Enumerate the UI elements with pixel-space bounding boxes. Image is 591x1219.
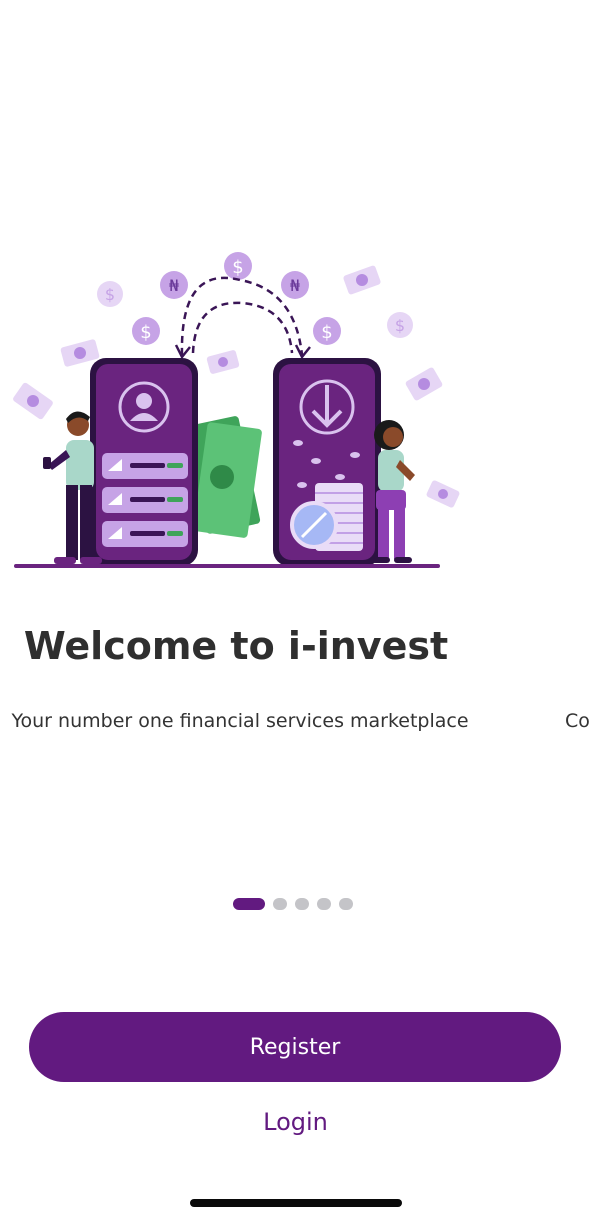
hero-illustration: $ ₦ ₦ $ $ $ $ [13,252,460,568]
magnifier-icon [290,501,338,549]
banknote-icon [13,382,53,420]
dollar-coin-icon: $ [97,281,123,307]
pagination-dot-active[interactable] [233,898,265,910]
ground-line [14,564,440,568]
profile-phone-icon [90,358,198,566]
welcome-subtitle: Your number one financial services marke… [11,710,469,732]
welcome-title: Welcome to i-invest [23,624,449,668]
carousel-pagination [233,897,353,911]
dollar-coin-icon: $ [313,317,341,345]
pagination-dot[interactable] [339,898,353,910]
svg-text:$: $ [321,322,332,343]
pagination-dot[interactable] [273,898,287,910]
svg-text:₦: ₦ [169,276,179,295]
banknote-icon [343,265,381,295]
banknote-icon [206,350,240,374]
banknote-icon [426,480,460,508]
dollar-coin-icon: $ [387,312,413,338]
naira-coin-icon: ₦ [281,271,309,299]
pagination-dot[interactable] [295,898,309,910]
svg-text:₦: ₦ [290,276,300,295]
pagination-dot[interactable] [317,898,331,910]
woman-with-phone-icon [372,420,415,563]
banknote-icon [60,339,100,367]
svg-text:$: $ [395,316,405,335]
dollar-coin-icon: $ [132,317,160,345]
naira-coin-icon: ₦ [160,271,188,299]
next-slide-peek-text: Co [565,710,590,732]
home-indicator [190,1199,402,1207]
login-link[interactable]: Login [0,1108,591,1136]
dollar-coin-icon: $ [224,252,252,280]
register-button[interactable]: Register [29,1012,561,1082]
banknote-icon [405,367,443,401]
svg-text:$: $ [140,322,151,343]
svg-text:$: $ [232,257,243,278]
svg-text:$: $ [105,285,115,304]
